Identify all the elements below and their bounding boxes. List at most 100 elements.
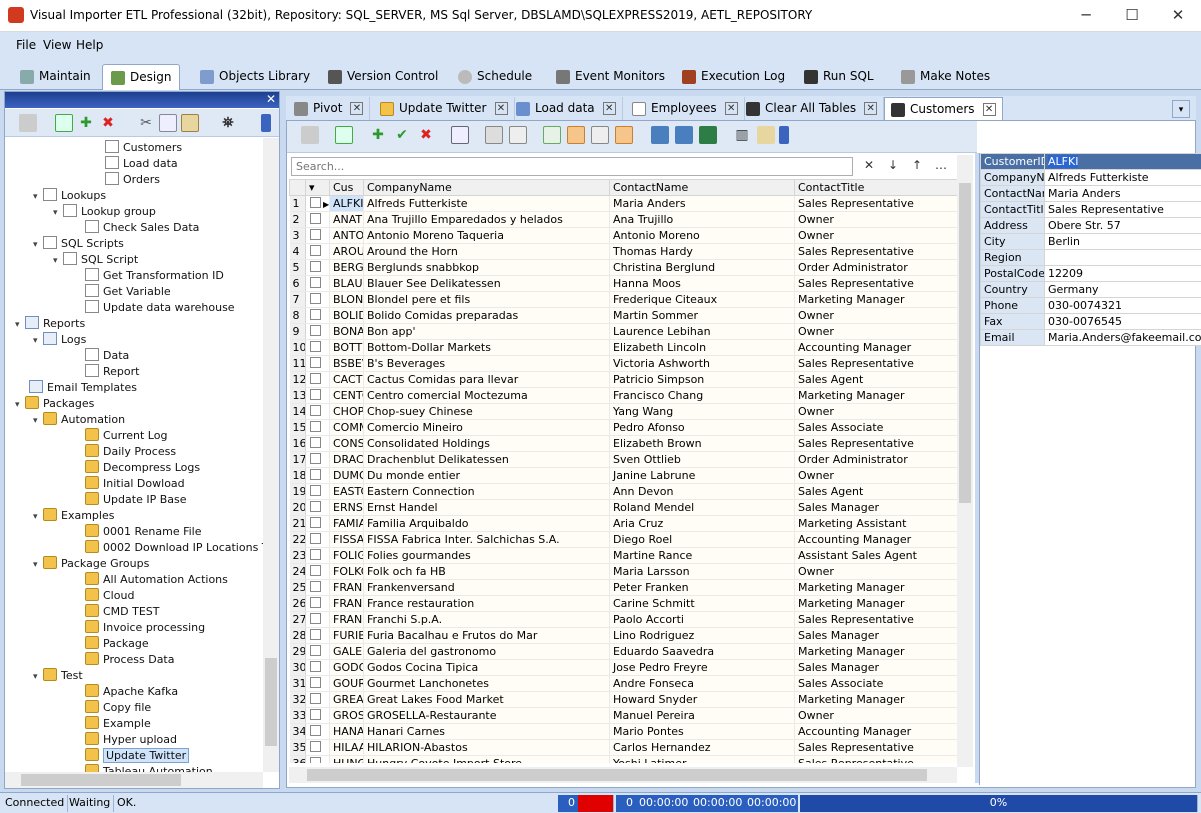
table-row[interactable]: 27 FRANSFranchi S.p.A.Paolo AccortiSales …	[289, 611, 957, 628]
row-checkbox[interactable]	[305, 355, 330, 372]
cell-contact-title[interactable]: Accounting Manager	[794, 339, 957, 356]
table-row[interactable]: 12 CACTUCactus Comidas para llevarPatrici…	[289, 371, 957, 388]
cell-company-name[interactable]: Blondel pere et fils	[363, 291, 610, 308]
cell-company-name[interactable]: Cactus Comidas para llevar	[363, 371, 610, 388]
detail-view-icon[interactable]	[615, 126, 633, 144]
table-row[interactable]: 34 HANARHanari CarnesMario PontesAccounti…	[289, 723, 957, 740]
row-checkbox[interactable]	[305, 547, 330, 564]
row-checkbox[interactable]	[305, 643, 330, 660]
toolbar-overflow-icon[interactable]	[779, 126, 789, 144]
tree-node[interactable]: Cloud	[85, 588, 134, 604]
cell-customer-id[interactable]: ERNSH	[329, 499, 364, 516]
cell-contact-name[interactable]: Martin Sommer	[609, 307, 795, 324]
cell-customer-id[interactable]: FOLKO	[329, 563, 364, 580]
tree-node[interactable]: Get Transformation ID	[85, 268, 224, 284]
cell-company-name[interactable]: Antonio Moreno Taqueria	[363, 227, 610, 244]
cell-contact-title[interactable]: Marketing Manager	[794, 643, 957, 660]
tree-node[interactable]: Package	[85, 636, 149, 652]
cell-customer-id[interactable]: AROUT	[329, 243, 364, 260]
tree-node[interactable]: ▾ SQL Script	[53, 252, 138, 268]
property-row[interactable]: Email Maria.Anders@fakeemail.com	[980, 329, 1201, 346]
excel-icon[interactable]	[699, 126, 717, 144]
cell-customer-id[interactable]: BLAUS	[329, 275, 364, 292]
tree-node[interactable]: Orders	[105, 172, 160, 188]
column-header[interactable]: Cus	[329, 179, 364, 196]
doc-tab-employees[interactable]: Employees ✕	[626, 97, 745, 120]
row-checkbox[interactable]	[305, 723, 330, 740]
cell-customer-id[interactable]: DUMON	[329, 467, 364, 484]
cell-contact-title[interactable]: Marketing Manager	[794, 291, 957, 308]
tab-design[interactable]: Design	[102, 64, 181, 90]
row-checkbox[interactable]	[305, 387, 330, 404]
minimize-button[interactable]: ─	[1063, 0, 1109, 32]
tree-horizontal-scrollbar[interactable]	[5, 772, 263, 788]
row-checkbox[interactable]	[305, 323, 330, 340]
property-row[interactable]: CompanyNameAlfreds Futterkiste	[980, 169, 1201, 186]
cell-contact-title[interactable]: Sales Agent	[794, 483, 957, 500]
cell-contact-title[interactable]: Owner	[794, 307, 957, 324]
table-row[interactable]: 11 BSBEVB's BeveragesVictoria AshworthSal…	[289, 355, 957, 372]
menu-file[interactable]: File	[16, 38, 36, 52]
cell-contact-title[interactable]: Sales Representative	[794, 611, 957, 628]
property-row[interactable]: City Berlin	[980, 233, 1201, 250]
cell-customer-id[interactable]: FRANK	[329, 579, 364, 596]
cell-contact-title[interactable]: Marketing Manager	[794, 595, 957, 612]
delete-icon[interactable]: ✖	[99, 114, 117, 132]
cell-contact-title[interactable]: Owner	[794, 323, 957, 340]
add-record-icon[interactable]: ✚	[369, 126, 387, 144]
row-checkbox[interactable]	[305, 483, 330, 500]
row-checkbox[interactable]	[305, 227, 330, 244]
row-checkbox[interactable]	[305, 563, 330, 580]
collapse-arrow-icon[interactable]: ▾	[33, 237, 43, 253]
layout-icon[interactable]	[567, 126, 585, 144]
tree-node[interactable]: CMD TEST	[85, 604, 160, 620]
cell-company-name[interactable]: Eastern Connection	[363, 483, 610, 500]
tree-node[interactable]: 0002 Download IP Locations Tab	[85, 540, 263, 556]
property-value[interactable]: 030-0074321	[1043, 297, 1201, 314]
cell-contact-title[interactable]: Owner	[794, 563, 957, 580]
tree-node[interactable]: Update IP Base	[85, 492, 187, 508]
property-row[interactable]: Fax 030-0076545	[980, 313, 1201, 330]
column-header[interactable]: CompanyName	[363, 179, 610, 196]
row-checkbox[interactable]	[305, 659, 330, 676]
cell-contact-title[interactable]: Marketing Manager	[794, 387, 957, 404]
cell-customer-id[interactable]: CONSH	[329, 435, 364, 452]
property-value[interactable]: Alfreds Futterkiste	[1043, 169, 1201, 186]
cell-customer-id[interactable]: CENTC	[329, 387, 364, 404]
cell-company-name[interactable]: Du monde entier	[363, 467, 610, 484]
cell-company-name[interactable]: Centro comercial Moctezuma	[363, 387, 610, 404]
table-row[interactable]: 4 AROUTAround the HornThomas HardySales R…	[289, 243, 957, 260]
row-checkbox[interactable]	[305, 371, 330, 388]
row-checkbox[interactable]	[305, 403, 330, 420]
cell-company-name[interactable]: Furia Bacalhau e Frutos do Mar	[363, 627, 610, 644]
cell-company-name[interactable]: Bon app'	[363, 323, 610, 340]
table-row[interactable]: 24 FOLKOFolk och fa HBMaria LarssonOwner	[289, 563, 957, 580]
collapse-arrow-icon[interactable]: ▾	[33, 189, 43, 205]
column-header[interactable]: ContactTitle	[794, 179, 957, 196]
cell-contact-name[interactable]: Elizabeth Lincoln	[609, 339, 795, 356]
cell-customer-id[interactable]: CACTU	[329, 371, 364, 388]
property-value[interactable]: 030-0076545	[1043, 313, 1201, 330]
cell-customer-id[interactable]: BLONP	[329, 291, 364, 308]
cell-customer-id[interactable]: CHOPS	[329, 403, 364, 420]
cell-contact-name[interactable]: Carine Schmitt	[609, 595, 795, 612]
filter-icon[interactable]	[543, 126, 561, 144]
table-row[interactable]: 29 GALEDGaleria del gastronomoEduardo Saa…	[289, 643, 957, 660]
cell-customer-id[interactable]: FOLIG	[329, 547, 364, 564]
grid-vertical-scrollbar[interactable]	[957, 155, 973, 767]
cell-contact-title[interactable]: Owner	[794, 211, 957, 228]
cell-customer-id[interactable]: BERGS	[329, 259, 364, 276]
row-checkbox[interactable]	[305, 339, 330, 356]
table-row[interactable]: 15 COMMIComercio MineiroPedro AfonsoSales…	[289, 419, 957, 436]
cell-contact-name[interactable]: Mario Pontes	[609, 723, 795, 740]
tree-node[interactable]: Data	[85, 348, 129, 364]
cell-contact-name[interactable]: Patricio Simpson	[609, 371, 795, 388]
cell-customer-id[interactable]: EASTC	[329, 483, 364, 500]
cell-contact-name[interactable]: Ann Devon	[609, 483, 795, 500]
cell-contact-title[interactable]: Sales Agent	[794, 371, 957, 388]
tree-node[interactable]: Tableau Automation	[85, 764, 213, 772]
cell-customer-id[interactable]: GALED	[329, 643, 364, 660]
cell-contact-name[interactable]: Roland Mendel	[609, 499, 795, 516]
cell-customer-id[interactable]: HANAR	[329, 723, 364, 740]
table-row[interactable]: 18 DUMONDu monde entierJanine LabruneOwne…	[289, 467, 957, 484]
